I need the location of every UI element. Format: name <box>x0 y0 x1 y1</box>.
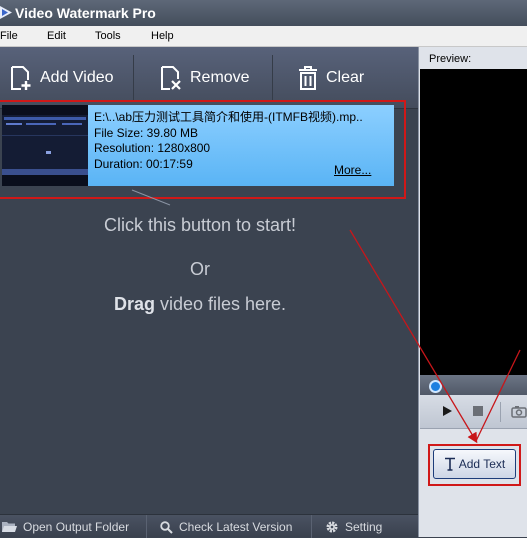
window-title: Video Watermark Pro <box>15 5 156 21</box>
preview-screen <box>420 69 527 375</box>
setting-button[interactable]: Setting <box>325 520 382 534</box>
video-list-item[interactable]: E:\..\ab压力测试工具简介和使用-(ITMFB视频).mp.. File … <box>0 100 406 199</box>
check-version-label: Check Latest Version <box>179 520 293 534</box>
toolbar-separator <box>272 55 273 101</box>
preview-label: Preview: <box>429 53 472 65</box>
add-video-icon <box>11 66 31 90</box>
toolbar-separator <box>133 55 134 101</box>
drag-bold: Drag <box>113 294 155 314</box>
video-file-size: File Size: 39.80 MB <box>94 125 199 140</box>
check-latest-version-button[interactable]: Check Latest Version <box>160 520 292 534</box>
video-item-selected[interactable]: E:\..\ab压力测试工具简介和使用-(ITMFB视频).mp.. File … <box>2 105 394 186</box>
add-text-highlight: Add Text <box>428 444 521 486</box>
or-hint: Or <box>190 259 210 279</box>
setting-label: Setting <box>345 520 383 534</box>
text-tool-icon <box>444 457 455 471</box>
play-icon[interactable] <box>441 405 453 417</box>
folder-icon <box>2 522 17 532</box>
add-video-label: Add Video <box>40 69 114 86</box>
video-list-panel: Add Video Remove Clear E:\..\ab压力测试工具简介和… <box>0 47 418 538</box>
status-separator <box>311 515 312 538</box>
open-output-folder-button[interactable]: Open Output Folder <box>2 520 129 534</box>
video-resolution: Resolution: 1280x800 <box>94 141 211 155</box>
start-hint: Click this button to start! <box>103 215 297 235</box>
menu-edit[interactable]: Edit <box>47 30 66 42</box>
seek-knob[interactable] <box>429 380 442 393</box>
drag-rest: video files here. <box>154 294 287 314</box>
add-text-button[interactable]: Add Text <box>433 449 516 479</box>
add-text-label: Add Text <box>458 457 506 471</box>
controls-separator <box>500 402 501 422</box>
remove-label: Remove <box>190 69 250 86</box>
gear-icon <box>326 521 338 533</box>
seek-bar[interactable] <box>420 375 527 395</box>
title-bar: Video Watermark Pro <box>0 0 527 26</box>
status-separator <box>146 515 147 538</box>
menu-file[interactable]: File <box>0 30 18 42</box>
preview-panel: Preview: Add Text <box>418 47 527 537</box>
status-bar: Open Output Folder Check Latest Version … <box>0 514 418 538</box>
remove-file-icon <box>161 66 181 90</box>
playback-controls <box>420 395 527 429</box>
trash-icon <box>299 66 317 90</box>
menu-tools[interactable]: Tools <box>95 30 121 42</box>
video-thumbnail <box>2 105 88 186</box>
snapshot-icon[interactable] <box>511 405 527 418</box>
video-path: E:\..\ab压力测试工具简介和使用-(ITMFB视频).mp.. <box>94 110 363 124</box>
search-icon <box>160 520 173 534</box>
stop-icon[interactable] <box>472 405 484 417</box>
drag-hint: Drag video files here. <box>0 294 400 315</box>
more-link[interactable]: More... <box>334 163 371 177</box>
app-icon <box>0 6 12 19</box>
video-duration: Duration: 00:17:59 <box>94 156 193 171</box>
video-info: E:\..\ab压力测试工具简介和使用-(ITMFB视频).mp.. File … <box>94 110 363 172</box>
menu-bar: File Edit Tools Help <box>0 26 527 47</box>
open-output-label: Open Output Folder <box>23 520 130 534</box>
clear-label: Clear <box>326 69 365 86</box>
menu-help[interactable]: Help <box>151 30 174 42</box>
